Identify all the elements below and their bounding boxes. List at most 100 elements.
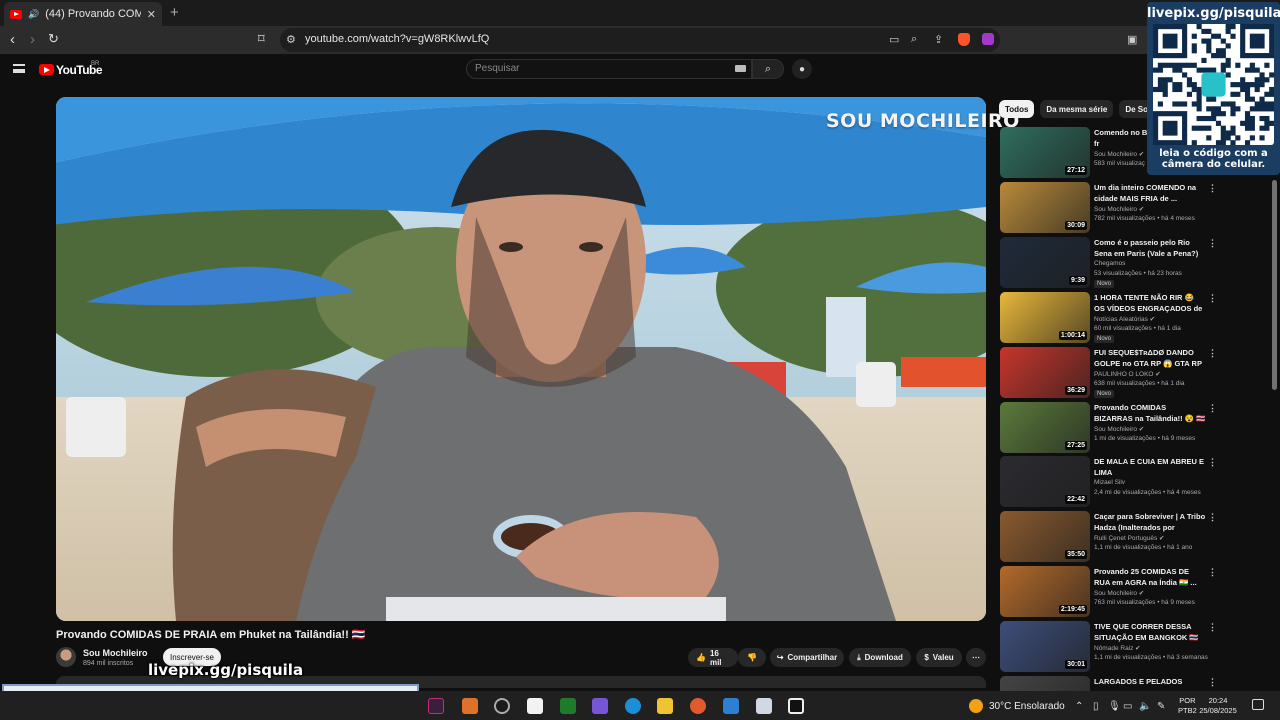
download-button[interactable]: ⤓ Download — [849, 648, 911, 667]
recommendation-channel[interactable]: Sou Mochileiro ✔ — [1094, 589, 1144, 597]
more-options-icon[interactable]: ⋮ — [1208, 183, 1217, 194]
url-text[interactable]: youtube.com/watch?v=gW8RKlwvLfQ — [305, 33, 489, 45]
app-icon-8[interactable] — [690, 698, 706, 714]
recommendation-channel[interactable]: Chegamos — [1094, 260, 1125, 267]
recommendation-channel[interactable]: PAULINHO O LOKO ✔ — [1094, 370, 1161, 378]
more-options-icon[interactable]: ⋮ — [1208, 348, 1217, 359]
recommendation-channel[interactable]: Sou Mochileiro ✔ — [1094, 150, 1144, 158]
recommendation-title[interactable]: 1 HORA TENTE NÃO RIR 😂 OS VÍDEOS ENGRAÇA… — [1094, 293, 1206, 314]
reload-icon[interactable]: ↻ — [48, 31, 59, 47]
search-button[interactable]: ⌕ — [752, 59, 784, 79]
chip-all[interactable]: Todos — [999, 100, 1035, 118]
capcut-icon[interactable] — [788, 698, 804, 714]
voice-search-button[interactable]: ● — [792, 59, 812, 79]
recommendation-thumbnail[interactable]: 2:19:45 — [1000, 566, 1090, 617]
recommendation-item[interactable]: 1:00:14 1 HORA TENTE NÃO RIR 😂 OS VÍDEOS … — [999, 292, 1229, 344]
system-clock[interactable]: 20:24 25/08/2025 — [1198, 696, 1238, 716]
keyboard-icon[interactable] — [735, 65, 746, 72]
forward-icon[interactable]: › — [30, 31, 35, 48]
back-icon[interactable]: ‹ — [10, 31, 15, 48]
recommendation-title[interactable]: FUI SEQUE$TʀΔDØ DANDO GOLPE no GTA RP 😱 … — [1094, 348, 1206, 369]
zoom-icon[interactable]: ⌕ — [911, 33, 917, 46]
recommendation-item[interactable]: 22:42 DE MALA E CUIA EM ABREU E LIMA Mizae… — [999, 456, 1229, 508]
recommendation-channel[interactable]: Mizael Silv — [1094, 479, 1125, 486]
recommendation-title[interactable]: Um dia inteiro COMENDO na cidade MAIS FR… — [1094, 183, 1206, 204]
recommendation-title[interactable]: Provando COMIDAS BIZARRAS na Tailândia!!… — [1094, 403, 1206, 424]
app-icon-discord[interactable] — [592, 698, 608, 714]
browser-tab[interactable]: 🔊 (44) Provando COMIDAS DE P ✕ — [4, 2, 162, 26]
volume-icon[interactable]: 🔈 — [1139, 701, 1151, 712]
share-button[interactable]: ↪ Compartilhar — [770, 648, 844, 667]
channel-avatar[interactable] — [56, 647, 76, 667]
recommendation-item[interactable]: 35:50 Caçar para Sobreviver | A Tribo Had… — [999, 511, 1229, 563]
edge-icon[interactable] — [625, 698, 641, 714]
recommendation-channel[interactable]: Nômade Raiz ✔ — [1094, 644, 1141, 652]
sidebar-icon[interactable]: ▣ — [1127, 33, 1137, 46]
mic-tray-icon[interactable]: 🎙 — [1108, 701, 1121, 712]
tray-icon-1[interactable]: ▯ — [1093, 701, 1099, 712]
recommendation-title[interactable]: DE MALA E CUIA EM ABREU E LIMA — [1094, 457, 1206, 478]
recommendation-thumbnail[interactable]: 22:42 — [1000, 456, 1090, 507]
app-icon-3[interactable] — [494, 698, 510, 714]
recommendation-item[interactable]: 30:09 Um dia inteiro COMENDO na cidade MA… — [999, 182, 1229, 234]
recommendation-title[interactable]: Caçar para Sobreviver | A Tribo Hadza (I… — [1094, 512, 1206, 533]
notification-icon[interactable] — [1252, 699, 1264, 710]
more-options-icon[interactable]: ⋮ — [1208, 512, 1217, 523]
youtube-logo-icon[interactable] — [39, 64, 54, 75]
recommendation-title[interactable]: TIVE QUE CORRER DESSA SITUAÇÃO EM BANGKO… — [1094, 622, 1206, 643]
recommendation-item[interactable]: 27:25 Provando COMIDAS BIZARRAS na Tailân… — [999, 402, 1229, 454]
app-icon-1[interactable] — [428, 698, 444, 714]
file-explorer-icon[interactable] — [657, 698, 673, 714]
thanks-button[interactable]: $ Valeu — [916, 648, 962, 667]
more-actions-button[interactable]: ⋯ — [966, 648, 986, 667]
video-player[interactable] — [56, 97, 986, 621]
recommendation-title[interactable]: LARGADOS E PELADOS — [1094, 677, 1206, 688]
more-options-icon[interactable]: ⋮ — [1208, 293, 1217, 304]
more-options-icon[interactable]: ⋮ — [1208, 677, 1217, 688]
recommendation-thumbnail[interactable]: 35:50 — [1000, 511, 1090, 562]
recommendation-thumbnail[interactable]: 1:00:14 — [1000, 292, 1090, 343]
recommendation-channel[interactable]: Sou Mochileiro ✔ — [1094, 205, 1144, 213]
new-tab-icon[interactable]: + — [170, 4, 179, 21]
more-options-icon[interactable]: ⋮ — [1208, 622, 1217, 633]
chip-same-series[interactable]: Da mesma série — [1040, 100, 1114, 118]
app-icon-5[interactable] — [560, 698, 576, 714]
recommendation-title[interactable]: Como é o passeio pelo Rio Sena em Paris … — [1094, 238, 1206, 259]
recommendation-item[interactable]: 36:29 FUI SEQUE$TʀΔDØ DANDO GOLPE no GTA … — [999, 347, 1229, 399]
brave-shield-icon[interactable] — [958, 33, 970, 46]
more-options-icon[interactable]: ⋮ — [1208, 567, 1217, 578]
pen-icon[interactable]: ✎ — [1157, 701, 1165, 712]
app-icon-10[interactable] — [756, 698, 772, 714]
app-icon-4[interactable] — [527, 698, 543, 714]
dislike-button[interactable]: 👎 — [738, 648, 766, 667]
cast-icon[interactable]: ▭ — [889, 33, 899, 46]
more-options-icon[interactable]: ⋮ — [1208, 238, 1217, 249]
recommendation-thumbnail[interactable]: 27:25 — [1000, 402, 1090, 453]
site-info-icon[interactable]: ⚙ — [286, 33, 296, 46]
recommendation-item[interactable]: 2:19:45 Provando 25 COMIDAS DE RUA em AGR… — [999, 566, 1229, 618]
recommendation-channel[interactable]: Sou Mochileiro ✔ — [1094, 425, 1144, 433]
bookmark-icon[interactable]: ⌑ — [258, 31, 265, 47]
channel-name[interactable]: Sou Mochileiro — [83, 648, 148, 658]
app-icon-2[interactable] — [462, 698, 478, 714]
language-indicator[interactable]: POR PTB2 — [1178, 696, 1197, 716]
tray-chevron-icon[interactable]: ⌃ — [1075, 701, 1083, 712]
more-options-icon[interactable]: ⋮ — [1208, 457, 1217, 468]
recommendation-thumbnail[interactable]: 30:01 — [1000, 621, 1090, 672]
recommendation-channel[interactable]: Notícias Aleatórias ✔ — [1094, 315, 1155, 323]
recommendation-thumbnail[interactable]: 9:39 — [1000, 237, 1090, 288]
recommendation-channel[interactable]: Rulli Çenet Português ✔ — [1094, 534, 1164, 542]
recommendation-thumbnail[interactable]: 27:12 — [1000, 127, 1090, 178]
scrollbar[interactable] — [1272, 180, 1277, 390]
extension-icon[interactable] — [982, 33, 994, 45]
app-icon-9[interactable] — [723, 698, 739, 714]
more-options-icon[interactable]: ⋮ — [1208, 403, 1217, 414]
like-button[interactable]: 👍 16 mil — [688, 648, 738, 667]
recommendation-thumbnail[interactable]: 36:29 — [1000, 347, 1090, 398]
menu-icon[interactable] — [13, 64, 25, 73]
recommendation-thumbnail[interactable]: 30:09 — [1000, 182, 1090, 233]
share-icon[interactable]: ⇪ — [934, 33, 943, 46]
recommendation-title[interactable]: Provando 25 COMIDAS DE RUA em AGRA na Ín… — [1094, 567, 1206, 588]
battery-icon[interactable]: ▭ — [1123, 701, 1132, 712]
recommendation-item[interactable]: 9:39 Como é o passeio pelo Rio Sena em Pa… — [999, 237, 1229, 289]
